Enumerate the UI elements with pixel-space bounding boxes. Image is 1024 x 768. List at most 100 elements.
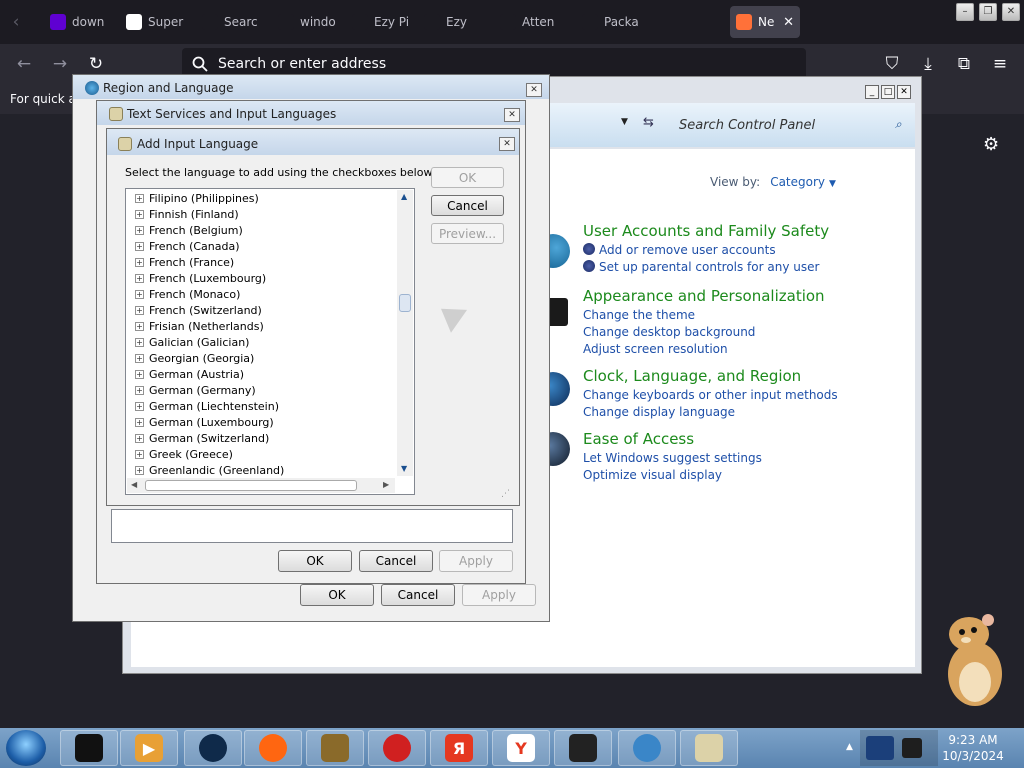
tray-app-icon[interactable] xyxy=(866,736,894,760)
cp-close-button[interactable]: ✕ xyxy=(897,85,911,99)
search-control-panel-input[interactable]: Search Control Panel ⌕ xyxy=(671,113,911,137)
language-item[interactable]: + German (Austria) xyxy=(135,366,244,382)
language-item[interactable]: + German (Switzerland) xyxy=(135,430,269,446)
taskbar-item-yandex-browser[interactable]: Я xyxy=(430,730,488,766)
scroll-up-icon[interactable]: ▲ xyxy=(401,192,407,201)
category-link[interactable]: Let Windows suggest settings xyxy=(583,450,762,467)
language-item[interactable]: + French (France) xyxy=(135,254,234,270)
start-button[interactable] xyxy=(6,730,46,766)
expand-icon[interactable]: + xyxy=(135,353,144,363)
category-link[interactable]: Optimize visual display xyxy=(583,467,762,484)
show-hidden-icons-icon[interactable]: ▲ xyxy=(846,742,853,752)
expand-icon[interactable]: + xyxy=(135,433,144,443)
taskbar-item-globe[interactable] xyxy=(184,730,242,766)
view-by-dropdown[interactable]: Category xyxy=(770,175,825,189)
language-item[interactable]: + German (Germany) xyxy=(135,382,256,398)
expand-icon[interactable]: + xyxy=(135,305,144,315)
taskbar-item-network[interactable] xyxy=(618,730,676,766)
expand-icon[interactable]: + xyxy=(135,193,144,203)
expand-icon[interactable]: + xyxy=(135,273,144,283)
language-item[interactable]: + Filipino (Philippines) xyxy=(135,190,259,206)
scroll-left-icon[interactable]: ◀ xyxy=(131,480,137,489)
browser-tab[interactable]: Ezy Pi xyxy=(346,6,414,38)
tray-network-icon[interactable] xyxy=(902,738,922,758)
expand-icon[interactable]: + xyxy=(135,209,144,219)
language-item[interactable]: + Greenlandic (Greenland) xyxy=(135,462,284,478)
close-icon[interactable]: ✕ xyxy=(783,15,794,30)
category-link[interactable]: Change the theme xyxy=(583,307,825,324)
close-icon[interactable]: ✕ xyxy=(526,83,542,97)
language-item[interactable]: + French (Belgium) xyxy=(135,222,243,238)
language-item[interactable]: + French (Luxembourg) xyxy=(135,270,266,286)
language-item[interactable]: + Georgian (Georgia) xyxy=(135,350,254,366)
category-link[interactable]: Change keyboards or other input methods xyxy=(583,387,838,404)
chevron-down-icon[interactable]: ▼ xyxy=(829,179,836,189)
expand-icon[interactable]: + xyxy=(135,417,144,427)
clock[interactable]: 9:23 AM 10/3/2024 xyxy=(938,732,1008,764)
minimize-window-button[interactable]: – xyxy=(956,3,974,21)
expand-icon[interactable]: + xyxy=(135,401,144,411)
scrollbar-thumb[interactable] xyxy=(399,294,411,312)
language-tree[interactable]: + Filipino (Philippines) + Finnish (Finland… xyxy=(125,188,415,495)
expand-icon[interactable]: + xyxy=(135,257,144,267)
cp-minimize-button[interactable]: _ xyxy=(865,85,879,99)
language-item[interactable]: + German (Liechtenstein) xyxy=(135,398,279,414)
category-title[interactable]: User Accounts and Family Safety xyxy=(583,222,829,240)
pocket-icon[interactable]: ⛉ xyxy=(882,54,902,74)
extensions-icon[interactable]: ⧉ xyxy=(954,54,974,74)
region-ok-button[interactable]: OK xyxy=(300,584,374,606)
language-item[interactable]: + Finnish (Finland) xyxy=(135,206,239,222)
expand-icon[interactable]: + xyxy=(135,465,144,475)
browser-tab[interactable]: Searc xyxy=(196,6,264,38)
category-title[interactable]: Appearance and Personalization xyxy=(583,287,825,305)
browser-tab[interactable]: windo xyxy=(272,6,340,38)
restore-window-button[interactable]: ❐ xyxy=(979,3,997,21)
text-services-ok-button[interactable]: OK xyxy=(278,550,352,572)
language-item[interactable]: + French (Canada) xyxy=(135,238,240,254)
browser-tab[interactable]: Ne ✕ xyxy=(730,6,800,38)
category-link[interactable]: Add or remove user accounts xyxy=(583,242,829,259)
close-icon[interactable]: ✕ xyxy=(499,137,515,151)
region-cancel-button[interactable]: Cancel xyxy=(381,584,455,606)
back-icon[interactable]: ← xyxy=(14,54,34,74)
gear-icon[interactable]: ⚙ xyxy=(983,134,999,155)
taskbar-item-keyboard[interactable] xyxy=(680,730,738,766)
expand-icon[interactable]: + xyxy=(135,337,144,347)
category-link[interactable]: Change display language xyxy=(583,404,838,421)
language-item[interactable]: + Frisian (Netherlands) xyxy=(135,318,264,334)
text-services-apply-button[interactable]: Apply xyxy=(439,550,513,572)
browser-tab[interactable]: down xyxy=(44,6,112,38)
search-icon[interactable]: ⌕ xyxy=(895,117,902,132)
language-item[interactable]: + French (Switzerland) xyxy=(135,302,262,318)
language-item[interactable]: + German (Luxembourg) xyxy=(135,414,274,430)
category-link[interactable]: Change desktop background xyxy=(583,324,825,341)
vertical-scrollbar[interactable]: ▲ ▼ xyxy=(397,190,413,476)
region-apply-button[interactable]: Apply xyxy=(462,584,536,606)
expand-icon[interactable]: + xyxy=(135,289,144,299)
text-services-cancel-button[interactable]: Cancel xyxy=(359,550,433,572)
browser-tab[interactable]: Ezy xyxy=(418,6,486,38)
scrollbar-thumb[interactable] xyxy=(145,480,357,491)
chevron-down-icon[interactable]: ▼ xyxy=(621,117,628,127)
language-item[interactable]: + French (Monaco) xyxy=(135,286,240,302)
expand-icon[interactable]: + xyxy=(135,385,144,395)
resize-grip-icon[interactable]: ⋰ xyxy=(501,489,510,499)
taskbar-item-box[interactable] xyxy=(306,730,364,766)
expand-icon[interactable]: + xyxy=(135,225,144,235)
taskbar-item-yandex[interactable]: Y xyxy=(492,730,550,766)
downloads-icon[interactable]: ⤓ xyxy=(918,54,938,74)
category-title[interactable]: Clock, Language, and Region xyxy=(583,367,838,385)
add-language-ok-button[interactable]: OK xyxy=(431,167,504,188)
scroll-down-icon[interactable]: ▼ xyxy=(401,464,407,473)
horizontal-scrollbar[interactable]: ◀ ▶ xyxy=(127,478,395,493)
taskbar-item-firefox[interactable] xyxy=(244,730,302,766)
taskbar-item-terminal[interactable] xyxy=(60,730,118,766)
browser-tab[interactable]: Packa xyxy=(576,6,644,38)
expand-icon[interactable]: + xyxy=(135,449,144,459)
category-title[interactable]: Ease of Access xyxy=(583,430,762,448)
scroll-right-icon[interactable]: ▶ xyxy=(383,480,389,489)
category-link[interactable]: Set up parental controls for any user xyxy=(583,259,829,276)
preview-button[interactable]: Preview... xyxy=(431,223,504,244)
add-language-cancel-button[interactable]: Cancel xyxy=(431,195,504,216)
back-tab-scroll-icon[interactable]: ‹ xyxy=(6,12,26,32)
